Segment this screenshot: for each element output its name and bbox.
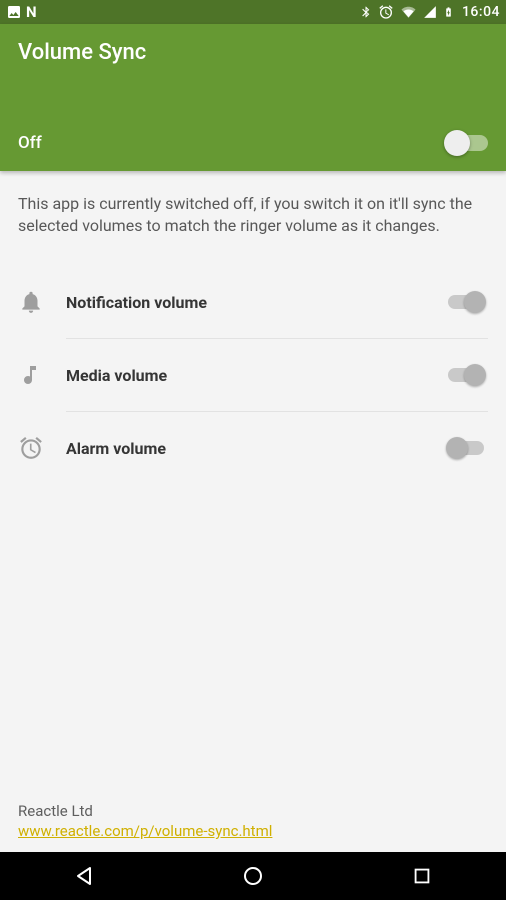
media-toggle[interactable]	[448, 368, 484, 382]
description-text: This app is currently switched off, if y…	[18, 193, 488, 236]
setting-label: Media volume	[66, 366, 448, 385]
bluetooth-icon	[359, 5, 372, 19]
alarm-toggle[interactable]	[448, 441, 484, 455]
footer-link[interactable]: www.reactle.com/p/volume-sync.html	[18, 822, 272, 840]
footer-company: Reactle Ltd	[18, 802, 272, 820]
setting-label: Alarm volume	[66, 439, 448, 458]
alarm-clock-icon	[18, 435, 66, 461]
app-title: Volume Sync	[18, 40, 488, 65]
image-icon	[6, 4, 22, 20]
setting-alarm[interactable]: Alarm volume	[18, 412, 488, 484]
status-time: 16:04	[462, 4, 500, 20]
app-header: Volume Sync Off	[0, 24, 506, 171]
setting-label: Notification volume	[66, 293, 448, 312]
alarm-icon	[378, 4, 394, 20]
notification-toggle[interactable]	[448, 295, 484, 309]
wifi-icon	[400, 5, 417, 19]
status-bar: N 16:04	[0, 0, 506, 24]
android-navbar	[0, 852, 506, 900]
setting-media[interactable]: Media volume	[18, 339, 488, 411]
nav-home-button[interactable]	[213, 864, 293, 888]
signal-icon	[423, 5, 437, 19]
footer: Reactle Ltd www.reactle.com/p/volume-syn…	[18, 802, 272, 840]
content-area: This app is currently switched off, if y…	[0, 171, 506, 484]
main-state-label: Off	[18, 133, 42, 153]
nav-back-button[interactable]	[44, 864, 124, 888]
music-note-icon	[18, 363, 66, 387]
nav-recent-button[interactable]	[382, 865, 462, 887]
bell-icon	[18, 289, 66, 315]
n-icon: N	[26, 3, 37, 21]
setting-notification[interactable]: Notification volume	[18, 266, 488, 338]
battery-charging-icon	[443, 4, 454, 20]
main-toggle[interactable]	[446, 135, 488, 151]
